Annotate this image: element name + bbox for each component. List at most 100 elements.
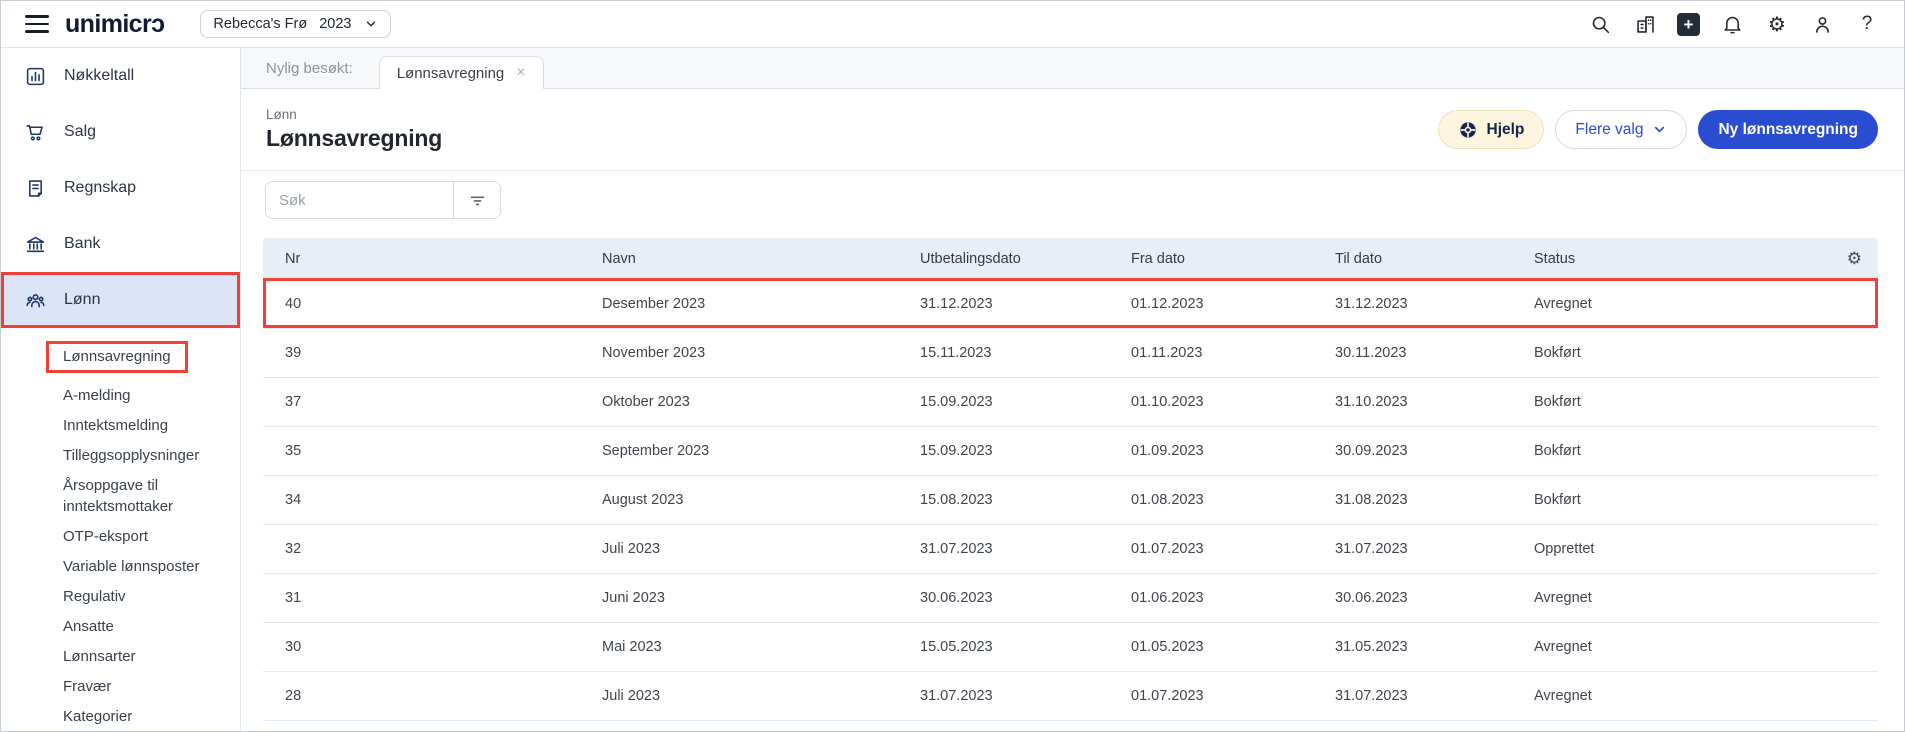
sidebar-item-salg[interactable]: Salg bbox=[1, 104, 240, 160]
filter-button[interactable] bbox=[453, 182, 500, 218]
cell-utbetalingsdato: 31.12.2023 bbox=[920, 296, 1131, 312]
cell-utbetalingsdato: 15.08.2023 bbox=[920, 492, 1131, 508]
sidebar-submenu-item[interactable]: Lønnsavregning bbox=[63, 341, 226, 376]
cell-fra-dato: 01.07.2023 bbox=[1131, 688, 1335, 704]
add-icon[interactable]: + bbox=[1677, 13, 1700, 36]
companies-icon[interactable] bbox=[1632, 11, 1658, 37]
cell-nr: 31 bbox=[263, 590, 602, 606]
table-row[interactable]: 39 November 2023 15.11.2023 01.11.2023 3… bbox=[263, 329, 1878, 378]
help-button-label: Hjelp bbox=[1487, 121, 1525, 139]
help-button[interactable]: Hjelp bbox=[1438, 110, 1545, 149]
table-row[interactable]: 40 Desember 2023 31.12.2023 01.12.2023 3… bbox=[263, 280, 1878, 329]
sidebar-item-lonn[interactable]: Lønn bbox=[1, 272, 240, 328]
cell-fra-dato: 01.08.2023 bbox=[1131, 492, 1335, 508]
sidebar-submenu-item[interactable]: Kategorier bbox=[63, 706, 226, 727]
sidebar-submenu-item[interactable]: OTP-eksport bbox=[63, 526, 226, 547]
column-header-nr[interactable]: Nr bbox=[263, 251, 602, 267]
sidebar-submenu-item[interactable]: Tilleggsopplysninger bbox=[63, 445, 226, 466]
search-input[interactable] bbox=[266, 182, 453, 218]
company-name: Rebecca's Frø bbox=[213, 16, 307, 32]
tab-bar: Nylig besøkt: Lønnsavregning × bbox=[241, 48, 1904, 89]
column-header-til-dato[interactable]: Til dato bbox=[1335, 251, 1534, 267]
sidebar-submenu-label: Kategorier bbox=[63, 706, 132, 727]
cell-nr: 28 bbox=[263, 688, 602, 704]
table-row[interactable]: 37 Oktober 2023 15.09.2023 01.10.2023 31… bbox=[263, 378, 1878, 427]
sidebar-submenu-label: Regulativ bbox=[63, 586, 126, 607]
table-row[interactable]: 28 Juli 2023 31.07.2023 01.07.2023 31.07… bbox=[263, 672, 1878, 721]
ledger-icon bbox=[25, 178, 46, 199]
bank-icon bbox=[25, 234, 46, 255]
sidebar-item-regnskap[interactable]: Regnskap bbox=[1, 160, 240, 216]
sidebar-submenu-item[interactable]: Årsoppgave til inntektsmottaker bbox=[63, 475, 226, 517]
column-header-navn[interactable]: Navn bbox=[602, 251, 920, 267]
cell-status: Opprettet bbox=[1534, 541, 1820, 557]
topbar: unimicrɔ Rebecca's Frø 2023 + ⚙ ? bbox=[1, 1, 1904, 48]
app-logo: unimicrɔ bbox=[65, 10, 164, 39]
cell-til-dato: 31.08.2023 bbox=[1335, 492, 1534, 508]
cell-nr: 40 bbox=[263, 296, 602, 312]
close-icon[interactable]: × bbox=[516, 65, 525, 81]
table-row[interactable]: 30 Mai 2023 15.05.2023 01.05.2023 31.05.… bbox=[263, 623, 1878, 672]
sidebar-item-nokkeltall[interactable]: Nøkkeltall bbox=[1, 48, 240, 104]
sidebar-submenu-label: Ansatte bbox=[63, 616, 114, 637]
sidebar-item-label: Regnskap bbox=[64, 179, 136, 197]
recently-visited-label: Nylig besøkt: bbox=[266, 60, 353, 77]
cell-utbetalingsdato: 15.09.2023 bbox=[920, 394, 1131, 410]
cell-til-dato: 30.09.2023 bbox=[1335, 443, 1534, 459]
sidebar-submenu-item[interactable]: Regulativ bbox=[63, 586, 226, 607]
cell-navn: Mai 2023 bbox=[602, 639, 920, 655]
company-year: 2023 bbox=[319, 16, 351, 32]
column-header-utbetalingsdato[interactable]: Utbetalingsdato bbox=[920, 251, 1131, 267]
cell-navn: Juli 2023 bbox=[602, 688, 920, 704]
sidebar-submenu-item[interactable]: A-melding bbox=[63, 385, 226, 406]
new-payroll-label: Ny lønnsavregning bbox=[1718, 121, 1858, 139]
cell-nr: 37 bbox=[263, 394, 602, 410]
cell-til-dato: 30.06.2023 bbox=[1335, 590, 1534, 606]
page-header: Lønn Lønnsavregning Hjelp Flere valg Ny … bbox=[241, 89, 1904, 171]
tab-lonnsavregning[interactable]: Lønnsavregning × bbox=[379, 56, 544, 89]
search-box bbox=[265, 181, 501, 219]
sidebar-item-label: Salg bbox=[64, 123, 96, 141]
cell-nr: 30 bbox=[263, 639, 602, 655]
sidebar-submenu-item[interactable]: Inntektsmelding bbox=[63, 415, 226, 436]
sidebar-item-label: Bank bbox=[64, 235, 100, 253]
bar-chart-icon bbox=[25, 66, 46, 87]
sidebar-item-bank[interactable]: Bank bbox=[1, 216, 240, 272]
cell-status: Avregnet bbox=[1534, 688, 1820, 704]
table-row[interactable]: 34 August 2023 15.08.2023 01.08.2023 31.… bbox=[263, 476, 1878, 525]
table-row[interactable]: 32 Juli 2023 31.07.2023 01.07.2023 31.07… bbox=[263, 525, 1878, 574]
cell-navn: September 2023 bbox=[602, 443, 920, 459]
sidebar-submenu-item[interactable]: Lønnsarter bbox=[63, 646, 226, 667]
sidebar-submenu-item[interactable]: Fravær bbox=[63, 676, 226, 697]
sidebar-submenu-item[interactable]: Ansatte bbox=[63, 616, 226, 637]
cell-utbetalingsdato: 30.06.2023 bbox=[920, 590, 1131, 606]
cell-utbetalingsdato: 15.09.2023 bbox=[920, 443, 1131, 459]
cell-status: Bokført bbox=[1534, 443, 1820, 459]
cell-fra-dato: 01.11.2023 bbox=[1131, 345, 1335, 361]
sidebar-submenu-label: Lønnsavregning bbox=[46, 341, 188, 373]
cell-til-dato: 31.10.2023 bbox=[1335, 394, 1534, 410]
new-payroll-button[interactable]: Ny lønnsavregning bbox=[1698, 110, 1878, 149]
table-row[interactable]: 35 September 2023 15.09.2023 01.09.2023 … bbox=[263, 427, 1878, 476]
column-header-status[interactable]: Status bbox=[1534, 251, 1820, 267]
cell-til-dato: 31.07.2023 bbox=[1335, 688, 1534, 704]
table-settings-gear-icon[interactable]: ⚙ bbox=[1847, 249, 1878, 269]
more-options-button[interactable]: Flere valg bbox=[1555, 110, 1687, 149]
cell-fra-dato: 01.05.2023 bbox=[1131, 639, 1335, 655]
sidebar-submenu-item[interactable]: Variable lønnsposter bbox=[63, 556, 226, 577]
help-icon[interactable]: ? bbox=[1854, 11, 1880, 37]
cell-nr: 39 bbox=[263, 345, 602, 361]
notifications-icon[interactable] bbox=[1719, 11, 1745, 37]
search-icon[interactable] bbox=[1587, 11, 1613, 37]
column-header-fra-dato[interactable]: Fra dato bbox=[1131, 251, 1335, 267]
table-row[interactable]: 31 Juni 2023 30.06.2023 01.06.2023 30.06… bbox=[263, 574, 1878, 623]
company-selector[interactable]: Rebecca's Frø 2023 bbox=[200, 10, 390, 38]
cell-nr: 35 bbox=[263, 443, 602, 459]
sidebar-submenu-label: Årsoppgave til inntektsmottaker bbox=[63, 475, 226, 517]
sidebar-item-label: Lønn bbox=[64, 291, 100, 309]
menu-icon[interactable] bbox=[25, 15, 49, 33]
user-icon[interactable] bbox=[1809, 11, 1835, 37]
settings-icon[interactable]: ⚙ bbox=[1764, 11, 1790, 37]
cell-navn: Juli 2023 bbox=[602, 541, 920, 557]
cell-navn: Oktober 2023 bbox=[602, 394, 920, 410]
